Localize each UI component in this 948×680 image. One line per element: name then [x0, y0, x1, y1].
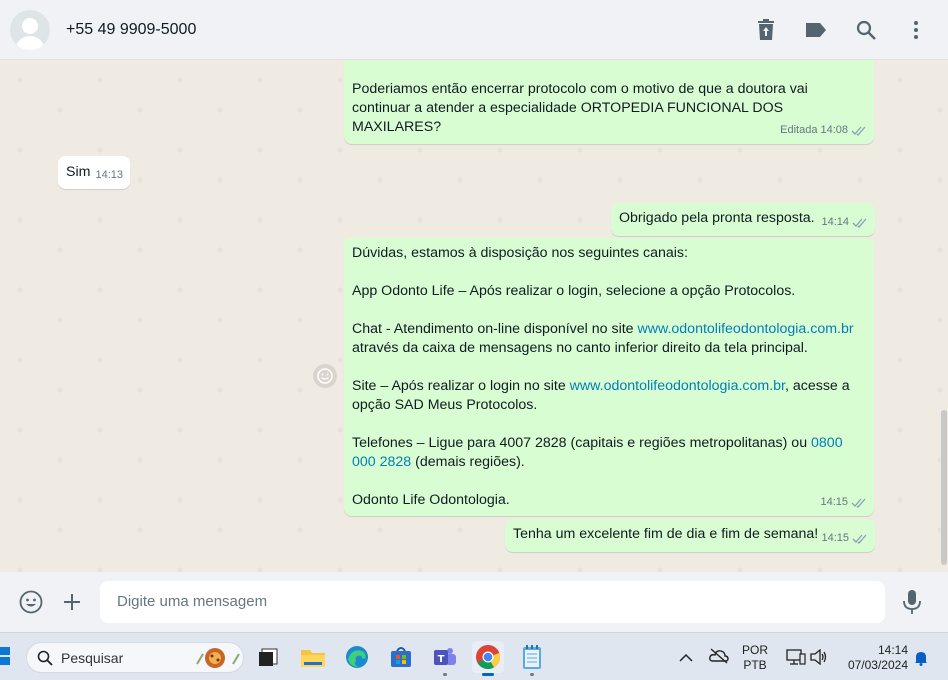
- website-link[interactable]: www.odontolifeodontologia.com.br: [638, 321, 854, 337]
- message-bubble-outgoing[interactable]: Poderiamos então encerrar protocolo com …: [344, 60, 874, 144]
- message-text: Tenha um excelente fim de dia e fim de s…: [513, 526, 819, 542]
- chrome-browser-icon[interactable]: [472, 641, 504, 676]
- search-label: Pesquisar: [61, 649, 124, 666]
- double-check-icon: [852, 534, 867, 544]
- volume-icon[interactable]: [810, 648, 828, 670]
- message-bubble-outgoing[interactable]: Obrigado pela pronta resposta. 14:14: [611, 203, 875, 236]
- delete-icon[interactable]: [754, 16, 778, 44]
- message-time: 14:15: [820, 496, 848, 508]
- message-bubble-incoming[interactable]: Sim 14:13: [58, 156, 130, 189]
- notification-bell-icon[interactable]: [914, 650, 928, 671]
- task-view-icon[interactable]: [252, 641, 284, 673]
- clock-date: 07/03/2024: [847, 658, 908, 672]
- message-paragraph: Site – Após realizar o login no site www…: [352, 378, 850, 413]
- message-paragraph: Dúvidas, estamos à disposição nos seguin…: [352, 245, 688, 261]
- onedrive-offline-icon[interactable]: [709, 648, 729, 669]
- chat-scrollbar[interactable]: [941, 410, 947, 565]
- chat-area[interactable]: Poderiamos então encerrar protocolo com …: [0, 60, 948, 572]
- teams-icon[interactable]: T: [429, 641, 461, 676]
- double-check-icon: [851, 498, 866, 508]
- keyboard-layout: PTB: [743, 658, 767, 672]
- message-time: 14:13: [95, 169, 123, 181]
- clock-time: 14:14: [877, 643, 908, 657]
- website-link[interactable]: www.odontolifeodontologia.com.br: [570, 378, 785, 394]
- edited-label: Editada: [780, 124, 818, 136]
- message-meta: Editada 14:08: [780, 121, 867, 140]
- chat-header: +55 49 9909-5000: [0, 0, 948, 60]
- message-time: 14:15: [821, 532, 849, 544]
- react-emoji-icon[interactable]: [313, 364, 337, 388]
- label-icon[interactable]: [804, 16, 828, 44]
- contact-avatar[interactable]: [10, 9, 50, 50]
- taskbar-clock[interactable]: 14:14 07/03/2024: [838, 643, 908, 673]
- attach-plus-icon[interactable]: [60, 590, 84, 619]
- message-meta: 14:14: [821, 213, 868, 232]
- message-meta: 14:13: [95, 166, 123, 185]
- notepad-icon[interactable]: [516, 641, 548, 676]
- language-indicator[interactable]: POR PTB: [742, 643, 768, 673]
- message-meta: 14:15: [821, 529, 868, 548]
- microsoft-store-icon[interactable]: [385, 641, 417, 673]
- language-code: POR: [742, 643, 769, 657]
- message-bubble-outgoing[interactable]: Tenha um excelente fim de dia e fim de s…: [505, 519, 875, 552]
- double-check-icon: [851, 126, 866, 136]
- taskbar-search[interactable]: Pesquisar: [26, 642, 244, 673]
- message-paragraph: Odonto Life Odontologia.: [352, 492, 510, 508]
- message-composer: Digite uma mensagem: [0, 572, 948, 632]
- file-explorer-icon[interactable]: [297, 641, 329, 673]
- search-icon: [37, 650, 53, 666]
- windows-taskbar: Pesquisar T POR PTB 14:14 07/03/2024: [0, 632, 948, 680]
- contact-name[interactable]: +55 49 9909-5000: [66, 21, 196, 39]
- message-paragraph: Chat - Atendimento on-line disponível no…: [352, 321, 854, 356]
- message-text: Sim: [66, 164, 91, 180]
- network-icon[interactable]: [786, 648, 806, 671]
- svg-text:T: T: [438, 654, 445, 665]
- emoji-icon[interactable]: [19, 590, 43, 619]
- message-paragraph: App Odonto Life – Após realizar o login,…: [352, 283, 796, 299]
- search-icon[interactable]: [854, 16, 878, 44]
- microphone-icon[interactable]: [900, 589, 924, 620]
- windows-start-icon[interactable]: [0, 645, 12, 667]
- message-paragraph: Telefones – Ligue para 4007 2828 (capita…: [352, 435, 843, 470]
- edge-browser-icon[interactable]: [341, 641, 373, 673]
- message-meta: 14:15: [820, 493, 867, 512]
- message-text: Obrigado pela pronta resposta.: [619, 210, 815, 226]
- message-bubble-outgoing[interactable]: Dúvidas, estamos à disposição nos seguin…: [344, 238, 874, 516]
- message-time: 14:08: [820, 124, 848, 136]
- message-input[interactable]: Digite uma mensagem: [100, 581, 885, 623]
- message-time: 14:14: [821, 216, 849, 228]
- search-highlight-icon: [196, 648, 240, 668]
- chevron-up-icon[interactable]: [679, 650, 693, 668]
- menu-icon[interactable]: [904, 16, 928, 44]
- double-check-icon: [852, 218, 867, 228]
